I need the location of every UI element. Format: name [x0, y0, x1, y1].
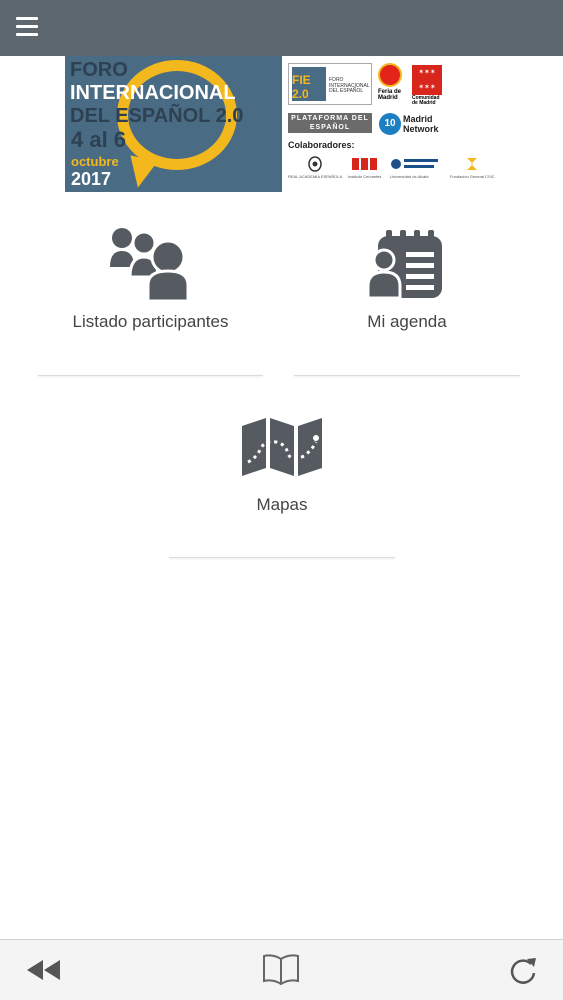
agenda-label: Mi agenda: [367, 312, 447, 331]
colab-alcala-logo: Universidad de Alcalá: [390, 156, 440, 179]
banner-line-1: FORO: [70, 59, 128, 81]
plataforma-logo: PLATAFORMA DEL ESPAÑOL: [288, 113, 372, 133]
madrid-network-logo: 10 Madrid Network: [379, 111, 449, 137]
colab-rae-logo: REAL ACADEMIA ESPAÑOLA: [288, 156, 342, 179]
banner-title-panel: FORO INTERNACIONAL DEL ESPAÑOL 2.0 4 al …: [65, 56, 282, 192]
colaboradores-label: Colaboradores:: [288, 140, 355, 150]
top-bar: [0, 0, 563, 56]
hamburger-menu-icon[interactable]: [16, 17, 38, 37]
bottom-toolbar: [0, 939, 563, 1000]
people-icon: [110, 228, 190, 303]
rewind-icon: [27, 960, 60, 980]
colab-cervantes-logo: Instituto Cervantes: [348, 156, 381, 179]
banner-month: octubre: [71, 154, 119, 169]
back-button[interactable]: [24, 952, 64, 988]
map-icon: [242, 418, 322, 476]
participants-tile[interactable]: Listado participantes: [38, 220, 263, 378]
agenda-tile[interactable]: Mi agenda: [294, 220, 520, 378]
agenda-icon: [368, 230, 442, 300]
colab-csic-logo: Fundación General CSIC: [450, 156, 495, 179]
maps-tile[interactable]: Mapas: [169, 412, 395, 560]
comunidad-madrid-logo: ✶✶✶ ✶✶✶ Comunidad de Madrid: [412, 65, 444, 106]
banner-sponsors-panel: FIE 2.0 FORO INTERNACIONAL DEL ESPAÑOL F…: [282, 56, 495, 192]
maps-label: Mapas: [256, 495, 308, 514]
open-book-icon: [263, 954, 299, 986]
banner-dates: 4 al 6: [71, 127, 127, 152]
banner-year: 2017: [71, 169, 112, 189]
reload-icon: [510, 958, 536, 984]
bookmarks-button[interactable]: [261, 952, 301, 988]
banner-line-3: DEL ESPAÑOL 2.0: [70, 105, 244, 127]
ifema-logo: Feria de Madrid: [378, 63, 406, 105]
participants-label: Listado participantes: [72, 312, 229, 331]
reload-button[interactable]: [503, 952, 543, 988]
event-banner: FORO INTERNACIONAL DEL ESPAÑOL 2.0 4 al …: [65, 56, 495, 192]
fie-logo: FIE 2.0 FORO INTERNACIONAL DEL ESPAÑOL: [288, 63, 372, 105]
banner-line-2: INTERNACIONAL: [70, 82, 236, 104]
